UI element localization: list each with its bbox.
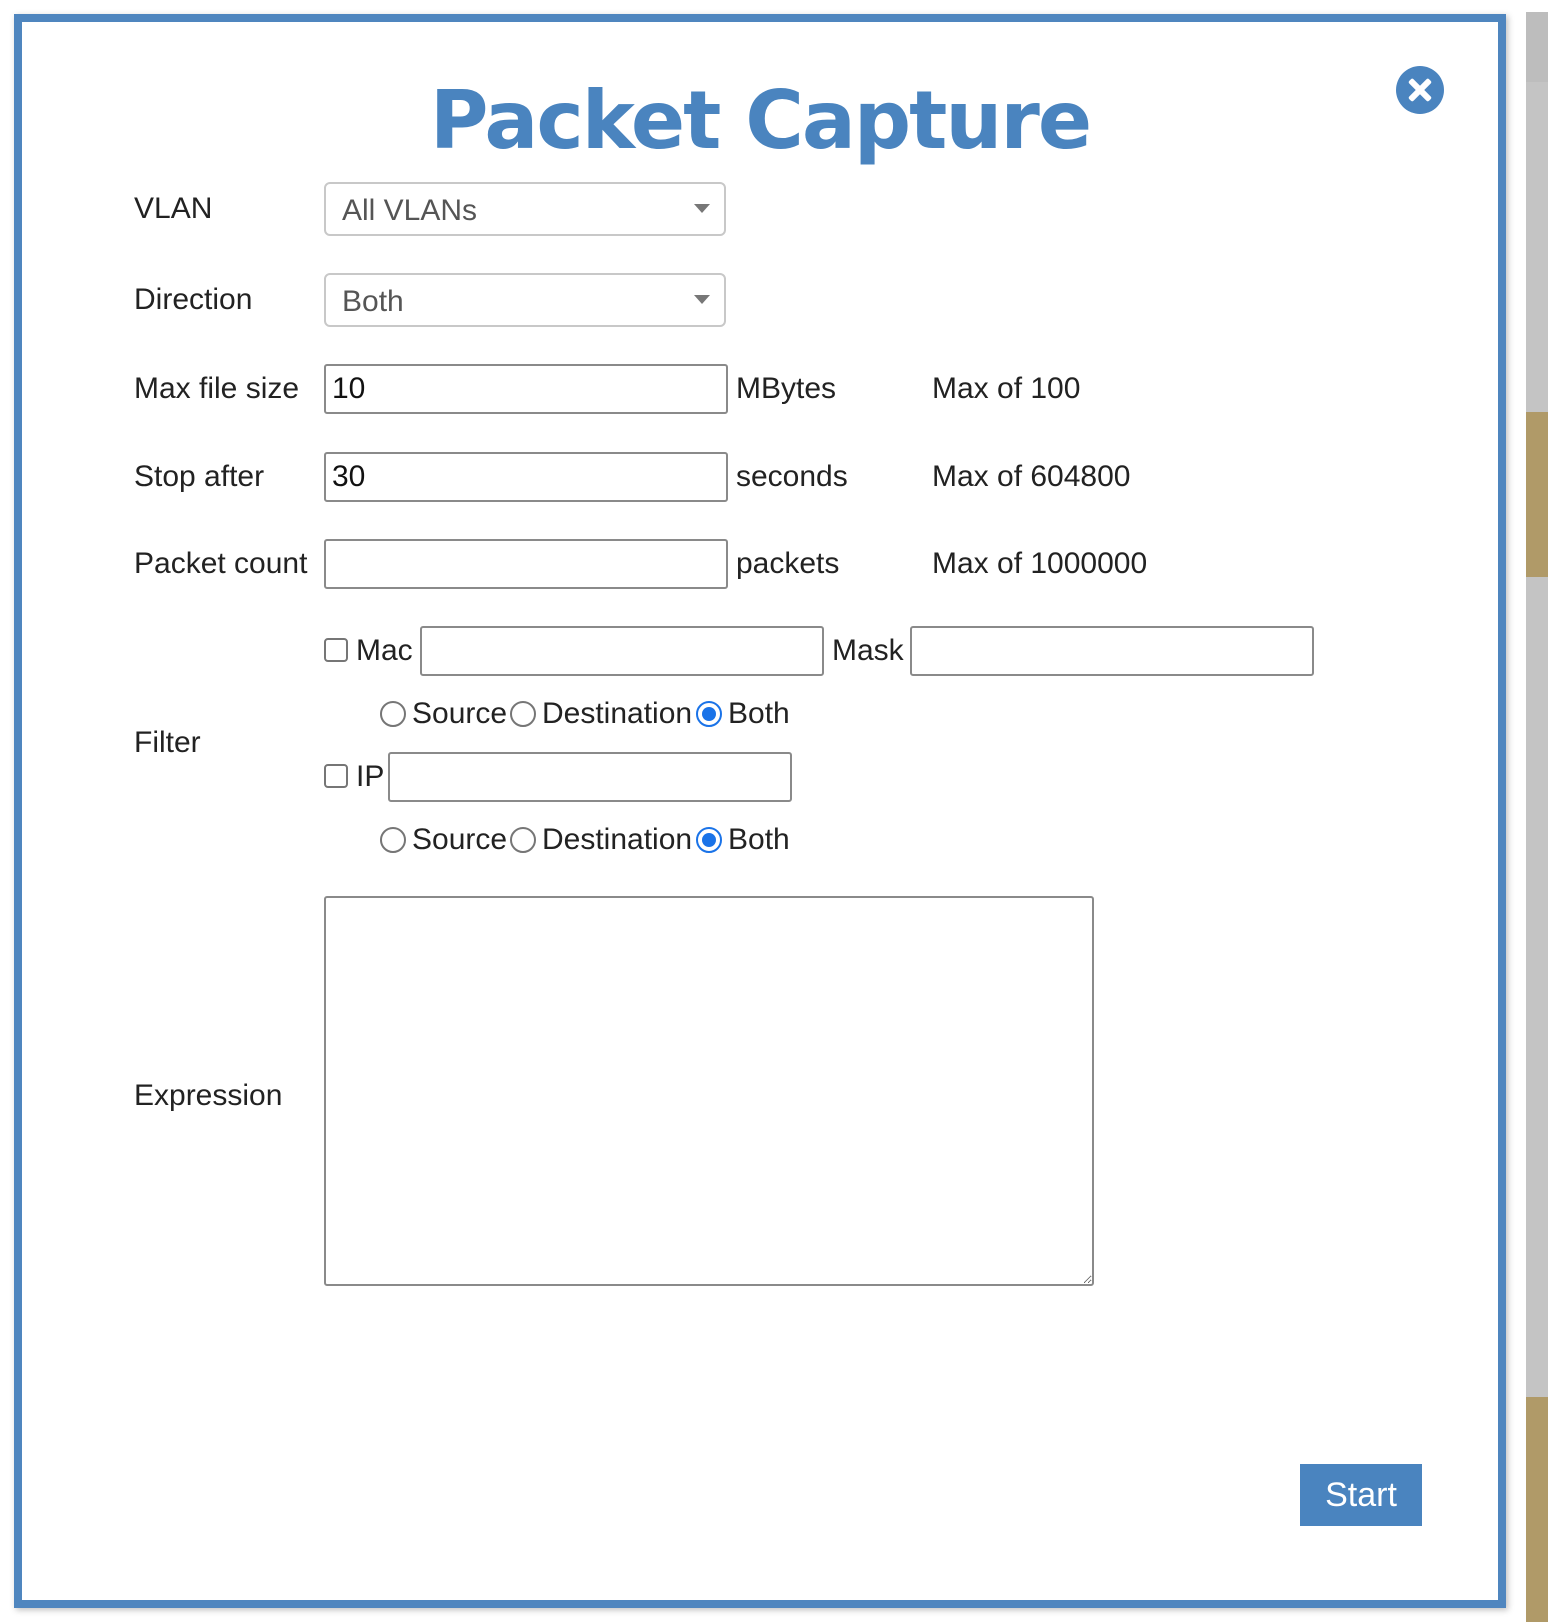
mac-filter-label: Mac xyxy=(356,634,413,667)
vlan-select[interactable]: All VLANs xyxy=(324,182,726,236)
ip-both-radio[interactable] xyxy=(696,827,722,853)
stop-after-input[interactable] xyxy=(324,452,728,502)
ip-source-radio[interactable] xyxy=(380,827,406,853)
ip-filter-checkbox[interactable] xyxy=(324,764,348,788)
packet-count-limit: Max of 1000000 xyxy=(932,547,1148,580)
filter-label: Filter xyxy=(134,726,201,759)
vlan-selected-value: All VLANs xyxy=(342,194,478,227)
packet-count-unit: packets xyxy=(736,547,840,580)
chevron-down-icon xyxy=(694,295,710,304)
mac-destination-radio[interactable] xyxy=(510,701,536,727)
start-button[interactable]: Start xyxy=(1300,1464,1422,1526)
ip-destination-label: Destination xyxy=(542,823,693,856)
packet-count-input[interactable] xyxy=(324,539,728,589)
stop-after-limit: Max of 604800 xyxy=(932,460,1131,493)
vlan-label: VLAN xyxy=(134,192,213,225)
max-file-size-label: Max file size xyxy=(134,372,300,405)
mac-mask-label: Mask xyxy=(832,634,904,667)
expression-label: Expression xyxy=(134,1079,283,1112)
ip-filter-label: IP xyxy=(356,760,385,793)
backdrop-top xyxy=(0,0,1548,12)
expression-textarea[interactable] xyxy=(324,896,1094,1286)
mac-destination-label: Destination xyxy=(542,697,693,730)
mac-both-radio[interactable] xyxy=(696,701,722,727)
mac-source-label: Source xyxy=(412,697,508,730)
close-circle-icon[interactable] xyxy=(1396,66,1444,114)
direction-selected-value: Both xyxy=(342,285,404,318)
mac-filter-input[interactable] xyxy=(420,626,824,676)
max-file-size-input[interactable] xyxy=(324,364,728,414)
ip-both-label: Both xyxy=(728,823,790,856)
direction-label: Direction xyxy=(134,283,253,316)
backdrop-right xyxy=(1500,12,1548,1622)
mac-mask-input[interactable] xyxy=(910,626,1314,676)
stop-after-label: Stop after xyxy=(134,460,265,493)
stop-after-unit: seconds xyxy=(736,460,848,493)
direction-select[interactable]: Both xyxy=(324,273,726,327)
max-file-size-unit: MBytes xyxy=(736,372,837,405)
mac-both-label: Both xyxy=(728,697,790,730)
ip-source-label: Source xyxy=(412,823,508,856)
mac-source-radio[interactable] xyxy=(380,701,406,727)
chevron-down-icon xyxy=(694,204,710,213)
packet-count-label: Packet count xyxy=(134,547,308,580)
ip-filter-input[interactable] xyxy=(388,752,792,802)
max-file-size-limit: Max of 100 xyxy=(932,372,1081,405)
mac-filter-checkbox[interactable] xyxy=(324,638,348,662)
packet-capture-dialog: Packet Capture VLAN All VLANs Direction … xyxy=(14,14,1506,1608)
ip-destination-radio[interactable] xyxy=(510,827,536,853)
dialog-title: Packet Capture xyxy=(429,74,1092,167)
